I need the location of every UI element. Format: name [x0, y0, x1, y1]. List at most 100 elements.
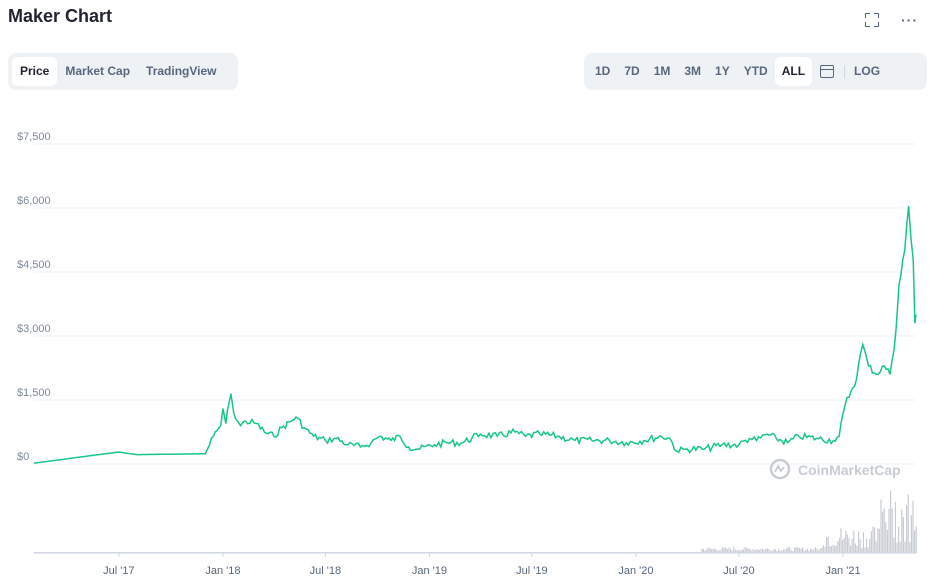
volume-bar — [749, 548, 751, 553]
volume-bar — [830, 546, 832, 553]
volume-bar — [848, 537, 850, 553]
range-3m[interactable]: 3M — [677, 57, 708, 86]
volume-bar — [822, 545, 824, 553]
volume-bar — [874, 527, 876, 553]
volume-bar — [707, 547, 709, 553]
price-line — [33, 205, 917, 464]
more-icon[interactable]: ··· — [901, 12, 918, 28]
volume-bar — [902, 516, 904, 553]
volume-bar — [901, 509, 903, 553]
y-tick-label: $0 — [17, 451, 29, 463]
volume-bar — [886, 529, 888, 553]
volume-bar — [912, 500, 914, 553]
range-1d[interactable]: 1D — [588, 57, 617, 86]
volume-bar — [734, 549, 736, 553]
volume-bar — [854, 543, 856, 553]
volume-bar — [894, 501, 896, 553]
volume-bar — [755, 549, 757, 553]
volume-bar — [726, 549, 728, 553]
volume-bar — [885, 522, 887, 553]
volume-bar — [856, 545, 858, 553]
volume-bar — [899, 541, 901, 553]
volume-bar — [827, 536, 829, 553]
volume-bar — [858, 531, 860, 553]
chart-type-tabs: Price Market Cap TradingView — [8, 53, 238, 90]
volume-bar — [819, 548, 821, 553]
x-tick-label: Jul '19 — [516, 565, 547, 577]
header-actions: ··· — [865, 12, 918, 28]
volume-bar — [728, 547, 730, 553]
volume-bar — [747, 548, 749, 553]
volume-bar — [870, 531, 872, 553]
volume-bar — [702, 548, 704, 553]
volume-bar — [725, 547, 727, 553]
range-1y[interactable]: 1Y — [708, 57, 737, 86]
volume-bar — [798, 548, 800, 553]
volume-bar — [765, 548, 767, 553]
volume-bar — [786, 548, 788, 553]
volume-bar — [880, 499, 882, 553]
y-tick-label: $1,500 — [17, 387, 51, 399]
volume-bar — [709, 548, 711, 553]
volume-bar — [840, 528, 842, 553]
volume-bar — [904, 541, 906, 553]
volume-bar — [898, 526, 900, 553]
volume-bar — [826, 537, 828, 553]
volume-bar — [762, 548, 764, 553]
volume-bar — [760, 548, 762, 553]
volume-bar — [882, 511, 884, 553]
volume-bar — [773, 549, 775, 553]
divider — [844, 64, 846, 79]
volume-bar — [720, 549, 722, 553]
log-toggle[interactable]: LOG — [847, 57, 887, 86]
volume-bar — [821, 547, 823, 553]
volume-bar — [890, 490, 892, 553]
volume-bar — [802, 547, 804, 553]
price-chart[interactable]: CoinMarketCap $7,500 $6,000 $4,500 $3,000 $1… — [0, 100, 936, 586]
volume-bar — [795, 547, 797, 553]
range-ytd[interactable]: YTD — [737, 57, 775, 86]
volume-bar — [877, 528, 879, 553]
calendar-icon[interactable] — [820, 65, 835, 78]
volume-bar — [859, 539, 861, 553]
range-1m[interactable]: 1M — [647, 57, 678, 86]
x-tick-label: Jul '20 — [723, 565, 754, 577]
volume-bar — [814, 547, 816, 553]
volume-bar — [824, 546, 826, 553]
range-all[interactable]: ALL — [774, 57, 813, 86]
tab-market-cap[interactable]: Market Cap — [57, 57, 138, 86]
tab-price[interactable]: Price — [12, 57, 58, 86]
volume-bar — [794, 547, 796, 553]
volume-bar — [712, 548, 714, 553]
volume-bar — [746, 547, 748, 553]
volume-bars — [34, 490, 917, 553]
x-tick-label: Jan '21 — [825, 565, 860, 577]
volume-bar — [883, 508, 885, 553]
volume-bar — [784, 549, 786, 553]
volume-bar — [741, 549, 743, 553]
volume-bar — [862, 532, 864, 553]
volume-bar — [837, 541, 839, 553]
volume-bar — [787, 547, 789, 553]
volume-bar — [834, 545, 836, 553]
volume-bar — [838, 537, 840, 553]
x-tick-label: Jan '20 — [618, 565, 653, 577]
y-tick-label: $4,500 — [17, 259, 51, 271]
volume-bar — [701, 548, 703, 553]
volume-bar — [829, 546, 831, 553]
expand-icon[interactable] — [865, 13, 879, 27]
range-7d[interactable]: 7D — [617, 57, 646, 86]
x-tick-label: Jan '19 — [412, 565, 447, 577]
volume-bar — [866, 538, 868, 553]
volume-bar — [715, 549, 717, 553]
volume-bar — [864, 547, 866, 553]
volume-bar — [845, 530, 847, 553]
tab-tradingview[interactable]: TradingView — [138, 57, 224, 86]
volume-bar — [710, 548, 712, 553]
volume-bar — [875, 541, 877, 553]
y-axis-labels: $7,500 $6,000 $4,500 $3,000 $1,500 $0 — [17, 131, 51, 463]
x-tick-label: Jul '17 — [103, 565, 134, 577]
volume-bar — [706, 549, 708, 553]
range-selector: 1D 7D 1M 3M 1Y YTD ALL LOG — [584, 53, 927, 90]
volume-bar — [896, 542, 898, 553]
